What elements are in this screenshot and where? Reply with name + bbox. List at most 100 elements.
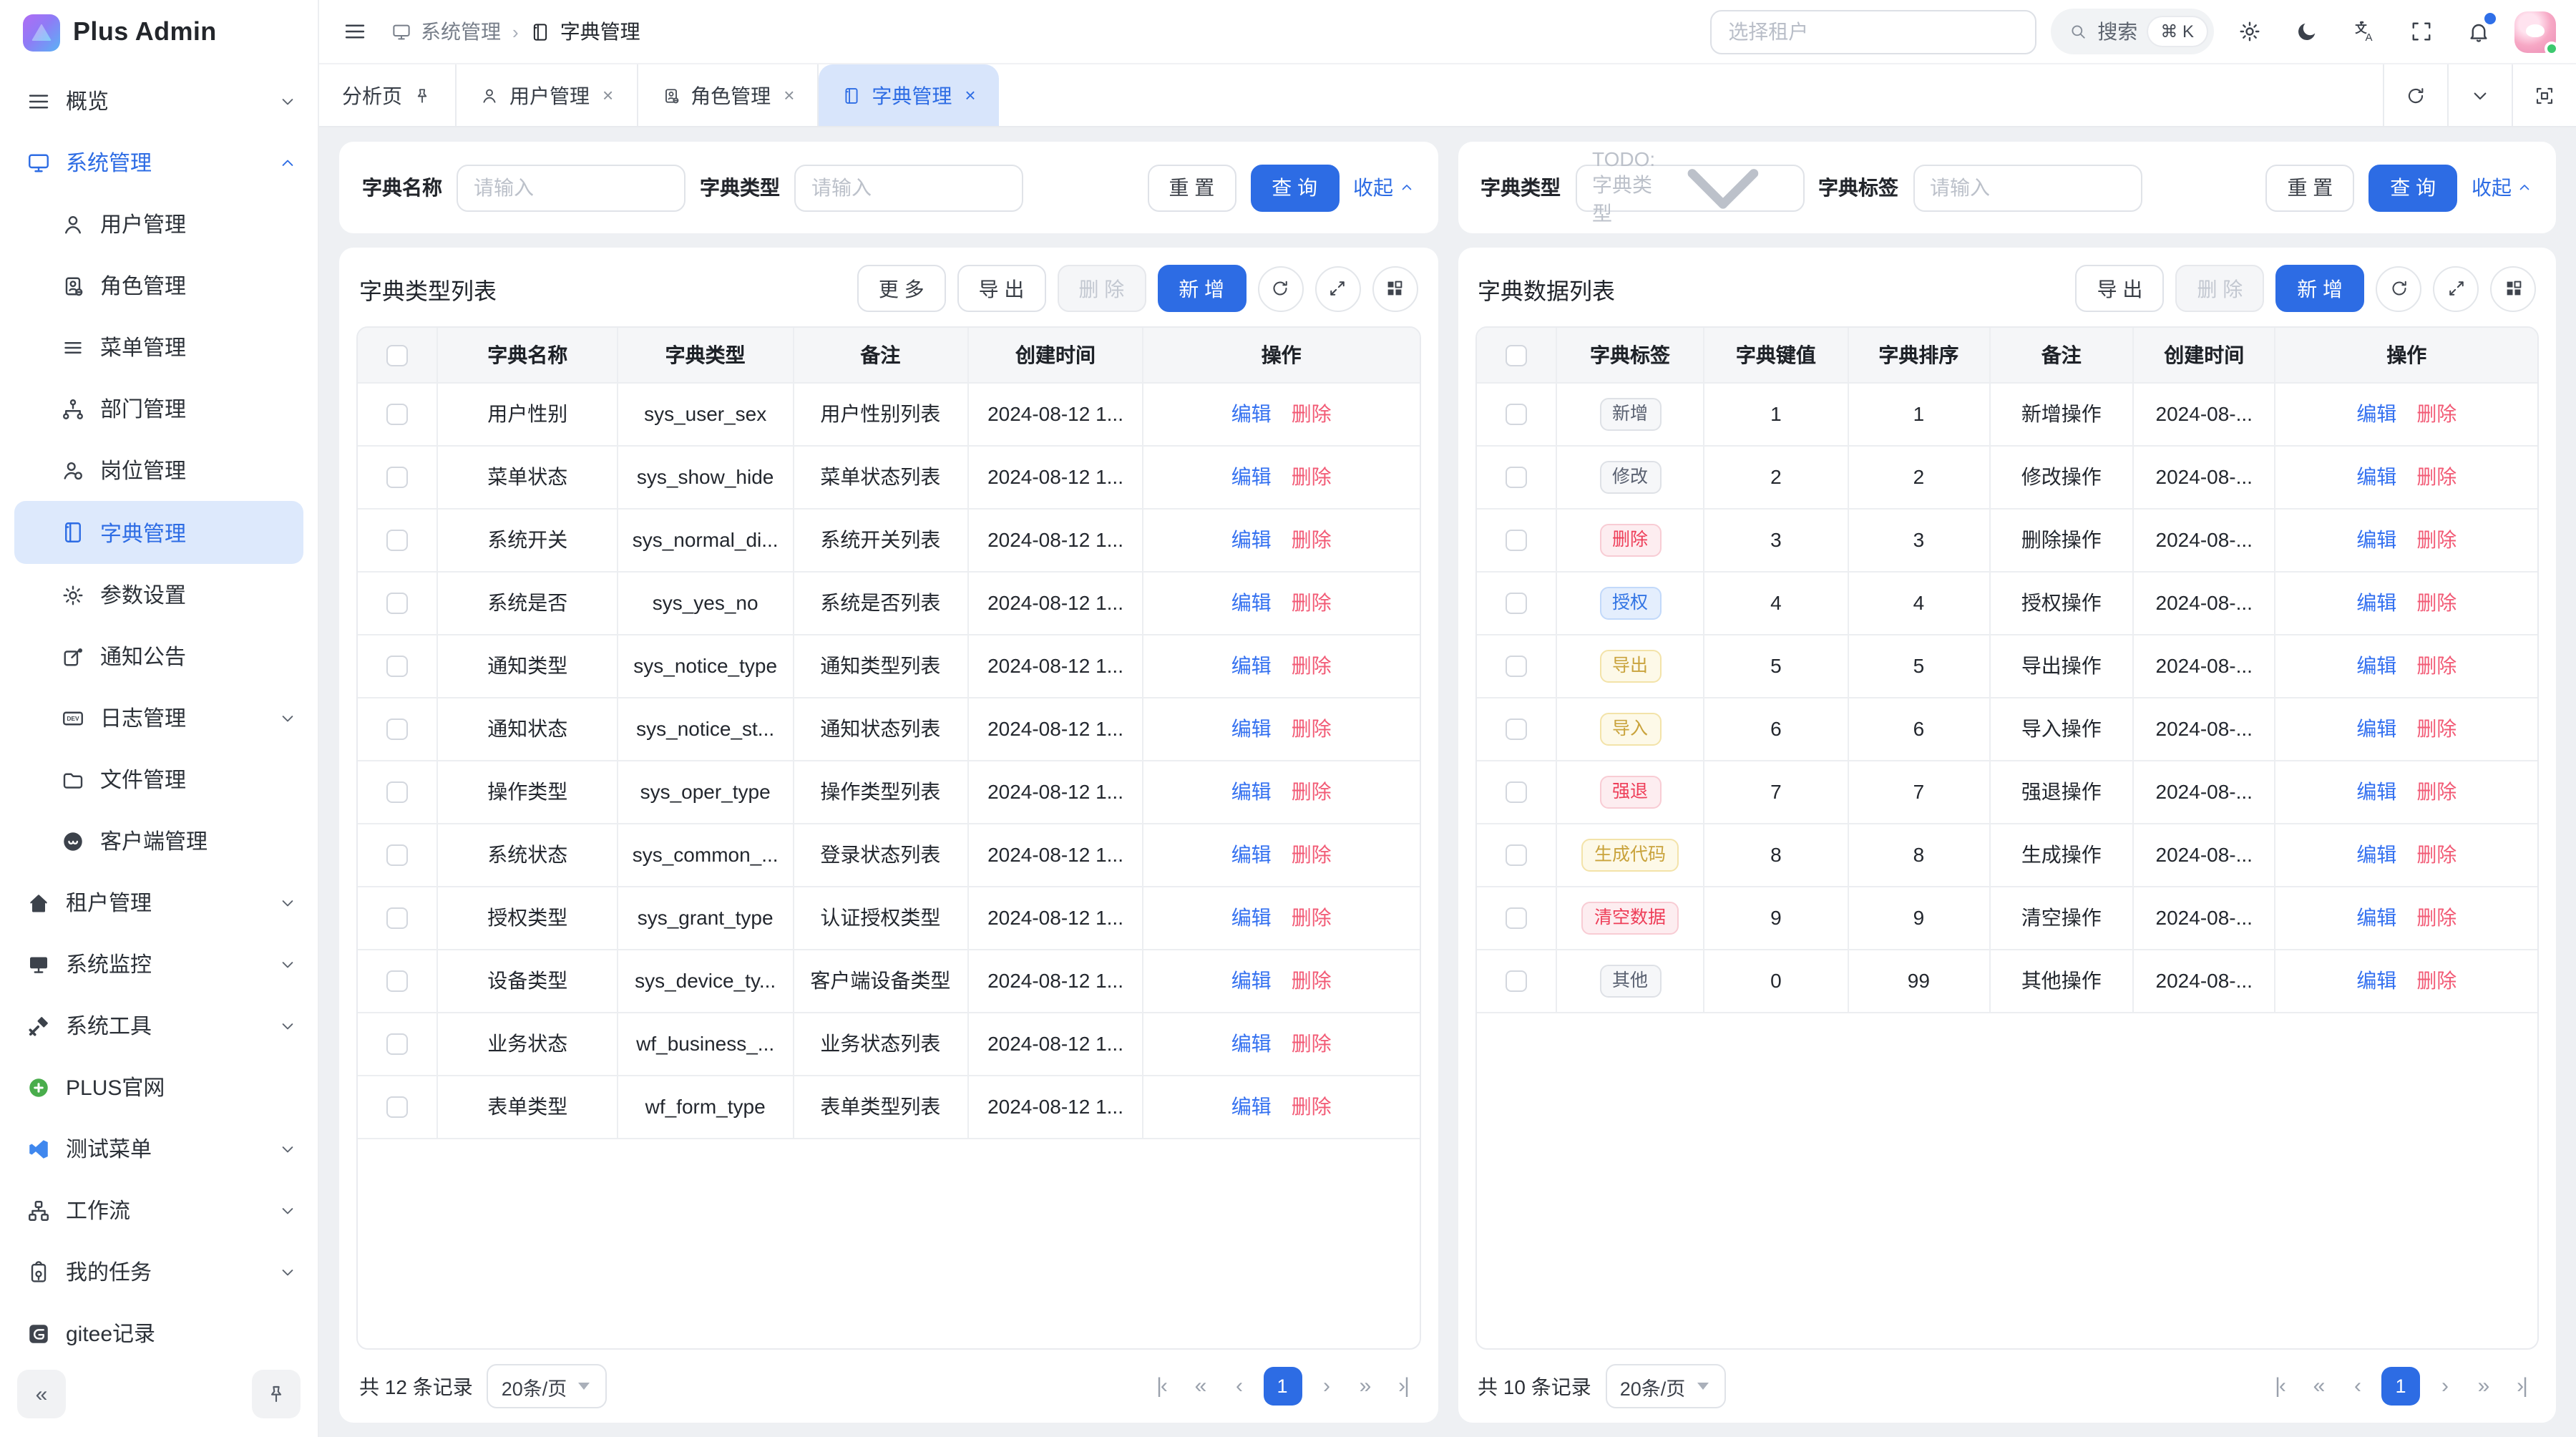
tab-分析页[interactable]: 分析页 (319, 64, 457, 126)
sidebar-item-系统工具[interactable]: 系统工具 (0, 995, 318, 1056)
sidebar-item-部门管理[interactable]: 部门管理 (0, 378, 318, 439)
page-size-select[interactable]: 20条/页 (487, 1364, 608, 1408)
next-page-button[interactable]: › (1312, 1374, 1340, 1398)
sidebar-item-工作流[interactable]: 工作流 (0, 1179, 318, 1241)
sidebar-item-我的任务[interactable]: 我的任务 (0, 1241, 318, 1302)
sidebar-item-字典管理[interactable]: 字典管理 (14, 501, 303, 564)
close-icon[interactable]: × (965, 84, 975, 106)
select-all-checkbox[interactable] (1505, 345, 1526, 366)
close-icon[interactable]: × (784, 84, 794, 106)
row-checkbox[interactable] (386, 908, 408, 930)
delete-link[interactable]: 删除 (2416, 528, 2457, 551)
first-page-button[interactable]: |‹ (2265, 1374, 2294, 1398)
last-page-button[interactable]: ›| (2507, 1374, 2536, 1398)
dict-name-input[interactable] (457, 164, 686, 211)
sidebar-item-概览[interactable]: 概览 (0, 70, 318, 132)
row-checkbox[interactable] (386, 719, 408, 741)
tab-字典管理[interactable]: 字典管理× (819, 64, 998, 126)
edit-link[interactable]: 编辑 (2356, 591, 2396, 614)
language-translate-icon[interactable]: 文A (2343, 10, 2386, 53)
sidebar-item-系统管理[interactable]: 系统管理 (0, 132, 318, 193)
delete-link[interactable]: 删除 (1292, 969, 1332, 992)
edit-link[interactable]: 编辑 (2356, 906, 2396, 929)
row-checkbox[interactable] (1505, 782, 1526, 804)
add-button[interactable]: 新 增 (2275, 265, 2364, 312)
delete-link[interactable]: 删除 (2416, 402, 2457, 425)
sidebar-item-参数设置[interactable]: 参数设置 (0, 564, 318, 625)
sidebar-item-文件管理[interactable]: 文件管理 (0, 749, 318, 810)
delete-link[interactable]: 删除 (1292, 843, 1332, 866)
first-page-button[interactable]: |‹ (1147, 1374, 1176, 1398)
current-page[interactable]: 1 (1263, 1367, 1302, 1406)
delete-link[interactable]: 删除 (2416, 654, 2457, 677)
sidebar-item-用户管理[interactable]: 用户管理 (0, 193, 318, 255)
export-button[interactable]: 导 出 (2076, 265, 2165, 312)
row-checkbox[interactable] (1505, 845, 1526, 867)
tenant-select-input[interactable] (1709, 9, 2036, 54)
row-checkbox[interactable] (386, 593, 408, 615)
row-checkbox[interactable] (386, 530, 408, 552)
edit-link[interactable]: 编辑 (2356, 465, 2396, 488)
edit-link[interactable]: 编辑 (1231, 906, 1272, 929)
row-checkbox[interactable] (1505, 593, 1526, 615)
column-settings-icon[interactable] (2490, 266, 2536, 311)
row-checkbox[interactable] (386, 404, 408, 426)
collapse-link[interactable]: 收起 (1353, 173, 1415, 202)
row-checkbox[interactable] (386, 656, 408, 678)
prev-5-pages-button[interactable]: « (1186, 1374, 1214, 1398)
export-button[interactable]: 导 出 (957, 265, 1046, 312)
delete-link[interactable]: 删除 (1292, 1095, 1332, 1118)
row-checkbox[interactable] (386, 971, 408, 993)
select-all-checkbox[interactable] (386, 345, 408, 366)
delete-link[interactable]: 删除 (2416, 465, 2457, 488)
sidebar-item-通知公告[interactable]: 通知公告 (0, 625, 318, 687)
search-button[interactable]: 查 询 (1250, 164, 1339, 211)
collapse-link[interactable]: 收起 (2472, 173, 2533, 202)
last-page-button[interactable]: ›| (1389, 1374, 1418, 1398)
delete-link[interactable]: 删除 (2416, 843, 2457, 866)
row-checkbox[interactable] (1505, 467, 1526, 489)
sidebar-item-角色管理[interactable]: 角色管理 (0, 255, 318, 316)
row-checkbox[interactable] (1505, 908, 1526, 930)
refresh-icon[interactable] (2376, 266, 2421, 311)
fullscreen-icon[interactable] (2400, 10, 2443, 53)
edit-link[interactable]: 编辑 (2356, 717, 2396, 740)
prev-page-button[interactable]: ‹ (2343, 1374, 2371, 1398)
sidebar-item-租户管理[interactable]: 租户管理 (0, 872, 318, 933)
delete-link[interactable]: 删除 (2416, 969, 2457, 992)
reset-button[interactable]: 重 置 (2265, 164, 2354, 211)
row-checkbox[interactable] (1505, 656, 1526, 678)
sidebar-pin-button[interactable] (252, 1370, 301, 1418)
sidebar-item-gitee记录[interactable]: gitee记录 (0, 1302, 318, 1364)
content-fullscreen-icon[interactable] (2512, 64, 2576, 126)
next-5-pages-button[interactable]: » (2469, 1374, 2497, 1398)
expand-icon[interactable] (1314, 266, 1360, 311)
prev-page-button[interactable]: ‹ (1224, 1374, 1253, 1398)
row-checkbox[interactable] (386, 1034, 408, 1056)
edit-link[interactable]: 编辑 (1231, 843, 1272, 866)
notifications-bell-icon[interactable] (2457, 10, 2500, 53)
row-checkbox[interactable] (1505, 971, 1526, 993)
tab-角色管理[interactable]: 角色管理× (638, 64, 819, 126)
edit-link[interactable]: 编辑 (1231, 654, 1272, 677)
sidebar-item-客户端管理[interactable]: 客户端管理 (0, 810, 318, 872)
edit-link[interactable]: 编辑 (2356, 780, 2396, 803)
settings-gear-icon[interactable] (2228, 10, 2271, 53)
edit-link[interactable]: 编辑 (1231, 717, 1272, 740)
edit-link[interactable]: 编辑 (2356, 654, 2396, 677)
page-size-select[interactable]: 20条/页 (1606, 1364, 1726, 1408)
sidebar-item-菜单管理[interactable]: 菜单管理 (0, 316, 318, 378)
edit-link[interactable]: 编辑 (1231, 591, 1272, 614)
search-button[interactable]: 查 询 (2368, 164, 2457, 211)
row-checkbox[interactable] (386, 845, 408, 867)
delete-link[interactable]: 删除 (1292, 402, 1332, 425)
breadcrumb-item[interactable]: 系统管理 (391, 17, 501, 46)
expand-icon[interactable] (2433, 266, 2479, 311)
row-checkbox[interactable] (386, 467, 408, 489)
sidebar-item-日志管理[interactable]: DEV日志管理 (0, 687, 318, 749)
delete-link[interactable]: 删除 (1292, 591, 1332, 614)
delete-link[interactable]: 删除 (2416, 906, 2457, 929)
delete-button[interactable]: 删 除 (2175, 265, 2264, 312)
row-checkbox[interactable] (386, 782, 408, 804)
delete-link[interactable]: 删除 (1292, 717, 1332, 740)
